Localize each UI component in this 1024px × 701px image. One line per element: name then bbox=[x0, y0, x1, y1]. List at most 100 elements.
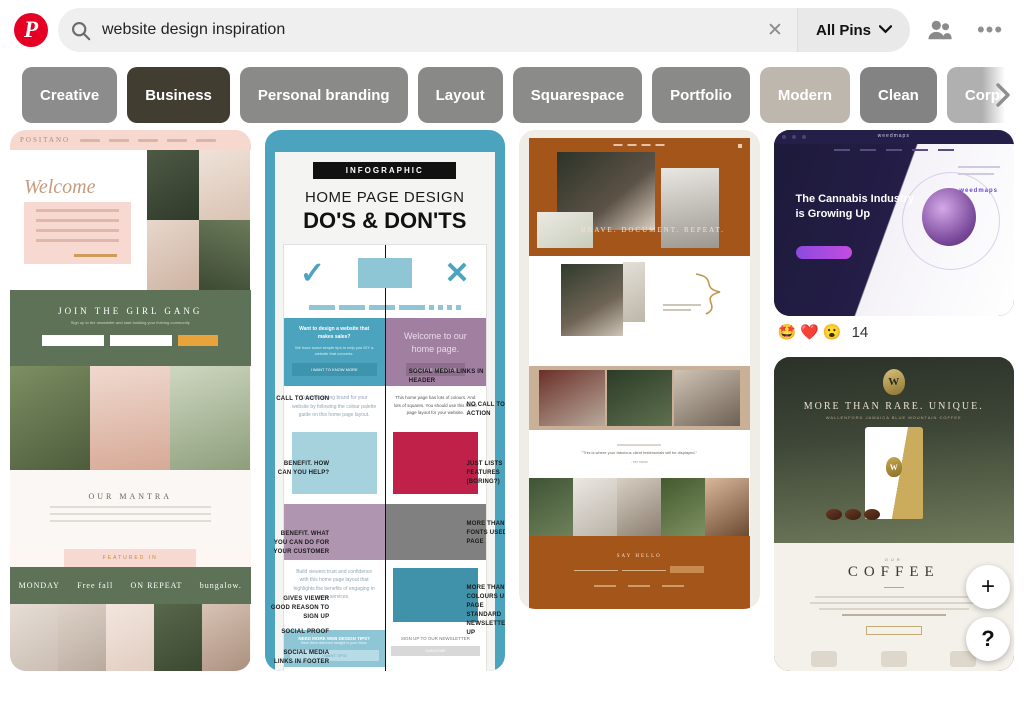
pin-card-cannabis-website-wrapper: weedmaps The Cannabis Industry is Growin… bbox=[773, 130, 1015, 343]
left-cta-button: I WANT TO KNOW MORE bbox=[291, 363, 377, 376]
grid-column-2: INFOGRAPHIC HOME PAGE DESIGN DO'S & DON'… bbox=[264, 130, 505, 671]
annotation-standard-signup: STANDARD NEWSLETTER SIGN UP bbox=[466, 612, 505, 637]
coffee-learn-more-button bbox=[865, 626, 922, 635]
coffee-beans-image bbox=[825, 509, 880, 520]
coffee-feature-1 bbox=[804, 651, 844, 671]
more-options-button[interactable]: ••• bbox=[970, 10, 1010, 50]
help-button[interactable]: ? bbox=[966, 617, 1010, 661]
filter-chip-business[interactable]: Business bbox=[127, 67, 230, 123]
filter-chip-squarespace[interactable]: Squarespace bbox=[512, 67, 643, 123]
reaction-wow-icon[interactable]: 😮 bbox=[823, 325, 842, 340]
clear-search-button[interactable]: ✕ bbox=[753, 8, 797, 52]
mockup-brand: POSITANO bbox=[20, 136, 71, 144]
mockup-photo-triptych bbox=[10, 366, 251, 470]
filter-chip-creative[interactable]: Creative bbox=[22, 67, 118, 123]
chips-scroll-next-button[interactable] bbox=[982, 60, 1024, 130]
mockup-hero: Welcome Darling bbox=[10, 150, 251, 290]
board-cta-left: Want to design a website that makes sale… bbox=[283, 318, 385, 387]
moodboard-caption-1 bbox=[663, 304, 701, 314]
browser-chrome-bar: weedmaps bbox=[773, 130, 1014, 144]
board-logo-placeholder bbox=[357, 258, 412, 288]
cannabis-browser-window: weedmaps The Cannabis Industry is Growin… bbox=[773, 130, 1014, 316]
cannabis-headline-line1: The Cannabis Industry bbox=[795, 193, 915, 205]
mockup-newsletter-sub: Sign up to the newsletter and start buil… bbox=[70, 320, 190, 325]
cannabis-headline: The Cannabis Industry is Growing Up bbox=[796, 192, 916, 222]
pin-card-homepage-infographic[interactable]: INFOGRAPHIC HOME PAGE DESIGN DO'S & DON'… bbox=[264, 130, 505, 671]
coffee-feature-2 bbox=[874, 651, 914, 671]
mockup-logo-4: bungalow. bbox=[199, 581, 242, 590]
add-pin-button[interactable]: + bbox=[966, 565, 1010, 609]
mockup-featured-logos: MONDAY Free fall ON REPEAT bungalow. bbox=[10, 567, 251, 604]
infographic-title-line2: DO'S & DON'TS bbox=[303, 208, 467, 233]
reaction-starstruck-icon[interactable]: 🤩 bbox=[778, 325, 797, 340]
check-icon: ✓ bbox=[299, 256, 325, 290]
all-pins-label: All Pins bbox=[815, 21, 871, 39]
pin-card-cannabis-website[interactable]: weedmaps The Cannabis Industry is Growin… bbox=[773, 130, 1014, 316]
mockup-hero-card bbox=[24, 202, 131, 264]
pin-card-positano-website[interactable]: POSITANO Welcome Darling JOIN THE GIRL G… bbox=[10, 130, 251, 671]
moodboard-quote-block: "This is where your fabulous client test… bbox=[529, 430, 750, 479]
filter-chip-clean[interactable]: Clean bbox=[860, 67, 937, 123]
moodboard-footer: SAY HELLO bbox=[529, 536, 750, 610]
all-pins-dropdown[interactable]: All Pins bbox=[796, 8, 910, 52]
grid-column-3: BRAVE. DOCUMENT. REPEAT. "This is where … bbox=[519, 130, 760, 671]
mockup-navlinks bbox=[80, 138, 217, 142]
pin-card-tablet-moodboard[interactable]: BRAVE. DOCUMENT. REPEAT. "This is where … bbox=[519, 130, 760, 610]
reaction-count: 14 bbox=[851, 324, 869, 341]
moodboard-strip-3 bbox=[529, 366, 750, 430]
moodboard-photo-4 bbox=[561, 264, 623, 336]
hamburger-icon bbox=[737, 144, 742, 148]
search-bar[interactable]: ✕ All Pins bbox=[58, 8, 910, 52]
mockup-newsletter-title: JOIN THE GIRL GANG bbox=[58, 306, 203, 316]
right-swatch bbox=[392, 431, 478, 494]
moodboard-menu bbox=[613, 144, 665, 146]
coffee-crest-icon: W bbox=[882, 369, 905, 395]
mockup-navbar: POSITANO bbox=[10, 130, 251, 150]
annotation-benefit-help: BENEFIT. HOW CAN YOU HELP? bbox=[277, 461, 330, 476]
tablet-screen: BRAVE. DOCUMENT. REPEAT. "This is where … bbox=[529, 138, 750, 610]
coffee-bag-crest: W bbox=[885, 457, 902, 477]
pin-reactions[interactable]: 🤩 ❤️ 😮 14 bbox=[774, 316, 1015, 343]
left-benefit-text: Create a strong brand for your website b… bbox=[292, 395, 377, 419]
mockup-newsletter-band: JOIN THE GIRL GANG Sign up to the newsle… bbox=[10, 290, 251, 366]
filter-chip-personal-branding[interactable]: Personal branding bbox=[239, 67, 408, 123]
annotation-social-footer: SOCIAL MEDIA LINKS IN FOOTER bbox=[273, 650, 330, 666]
cannabis-secondary-logo: weedmaps bbox=[959, 188, 998, 194]
filter-chip-row[interactable]: Creative Business Personal branding Layo… bbox=[0, 60, 1024, 130]
moodboard-footer-form bbox=[539, 566, 740, 574]
moodboard-hero-title: BRAVE. DOCUMENT. REPEAT. bbox=[581, 226, 725, 234]
cannabis-cta-button bbox=[795, 246, 852, 259]
moodboard-hero: BRAVE. DOCUMENT. REPEAT. bbox=[529, 138, 750, 256]
moodboard-footer-title: SAY HELLO bbox=[616, 554, 662, 560]
mockup-photo-strip bbox=[10, 604, 251, 671]
filter-chip-portfolio[interactable]: Portfolio bbox=[652, 67, 750, 123]
coffee-hero: W MORE THAN RARE. UNIQUE. WALLENFORD JAM… bbox=[773, 357, 1014, 543]
board-header-row: ✓ ✕ bbox=[284, 245, 487, 301]
mockup-mantra-title: OUR MANTRA bbox=[88, 492, 173, 501]
right-cta-heading: Welcome to our home page. bbox=[403, 331, 467, 354]
mockup-featured-tag: FEATURED IN bbox=[64, 549, 197, 567]
cannabis-headline-line2: is Growing Up bbox=[795, 207, 871, 220]
mockup-logo-1: MONDAY bbox=[18, 581, 60, 590]
top-header: P ✕ All Pins ••• bbox=[0, 0, 1024, 60]
board-divider bbox=[384, 245, 387, 671]
filter-chip-modern[interactable]: Modern bbox=[759, 67, 850, 123]
mockup-hero-photos bbox=[147, 150, 251, 290]
people-icon[interactable] bbox=[920, 10, 960, 50]
right-swatch-2 bbox=[392, 567, 478, 622]
pinterest-logo[interactable]: P bbox=[14, 13, 48, 47]
annotation-good-reason: GIVES VIEWER GOOD REASON TO SIGN UP bbox=[270, 596, 330, 621]
cross-icon: ✕ bbox=[444, 256, 470, 290]
reaction-heart-icon[interactable]: ❤️ bbox=[800, 325, 819, 340]
moodboard-strip-5 bbox=[529, 478, 750, 537]
search-input[interactable] bbox=[102, 8, 753, 52]
cannabis-brand-logo: weedmaps bbox=[877, 133, 910, 139]
chevron-down-icon bbox=[878, 21, 893, 39]
annotation-social-media-header: SOCIAL MEDIA LINKS IN HEADER bbox=[408, 369, 484, 385]
left-signup-sub: Have them delivered straight to your inb… bbox=[300, 640, 368, 645]
annotation-benefit-customer: BENEFIT. WHAT YOU CAN DO FOR YOUR CUSTOM… bbox=[273, 531, 330, 556]
filter-chip-layout[interactable]: Layout bbox=[417, 67, 503, 123]
cannabis-side-text bbox=[958, 166, 1000, 180]
left-cta-body: We have some simple tips to help you DIY… bbox=[294, 345, 374, 356]
moodboard-quote: "This is where your fabulous client test… bbox=[581, 450, 698, 455]
